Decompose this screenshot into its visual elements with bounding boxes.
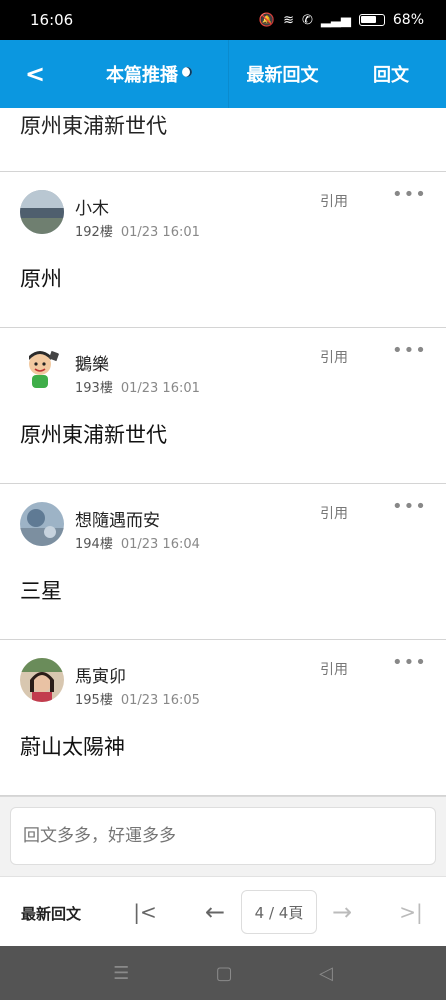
tab-latest-replies-label: 最新回文 (246, 65, 319, 86)
post-feed[interactable]: 原州東浦新世代 小木 192樓 01/23 16:01 引用 ••• 原州 鵝樂… (0, 108, 446, 796)
post-time: 01/23 16:04 (120, 537, 200, 552)
toggle-dot-icon (182, 67, 192, 77)
post-content: 原州 (20, 267, 62, 291)
chevron-left-icon: < (24, 60, 46, 88)
post-meta: 193樓 01/23 16:01 (75, 377, 200, 396)
tab-push-notify[interactable]: 本篇推播 (70, 40, 228, 108)
quote-button[interactable]: 引用 (320, 191, 348, 211)
battery-icon (358, 14, 385, 26)
last-page-icon[interactable]: >| (394, 895, 428, 929)
app-header: < 本篇推播 最新回文 回文 (0, 40, 446, 108)
latest-replies-button[interactable]: 最新回文 (21, 903, 81, 924)
page-selector[interactable]: 4 / 4頁 (241, 890, 317, 934)
pagination-bar: 最新回文 |< ← 4 / 4頁 → >| (0, 876, 446, 946)
post-meta: 192樓 01/23 16:01 (75, 221, 200, 240)
post-partial: 原州東浦新世代 (0, 108, 446, 172)
tab-push-notify-label: 本篇推播 (106, 65, 178, 86)
status-icons: 🔕 ≋ ✆ ▂▃▅ 68% (259, 12, 424, 28)
quote-button[interactable]: 引用 (320, 659, 348, 679)
wifi-icon: ≋ (283, 12, 294, 28)
username[interactable]: 小木 (75, 194, 109, 219)
post-meta: 194樓 01/23 16:04 (75, 533, 200, 552)
avatar[interactable] (20, 190, 64, 234)
username[interactable]: 想隨遇而安 (75, 506, 160, 531)
reply-bar (0, 796, 446, 876)
avatar[interactable] (20, 658, 64, 702)
post-item: 想隨遇而安 194樓 01/23 16:04 引用 ••• 三星 (0, 484, 446, 640)
post-time: 01/23 16:05 (120, 693, 200, 708)
floor-number: 193樓 (75, 381, 113, 396)
signal-icon: ▂▃▅ (320, 12, 351, 28)
more-options-icon[interactable]: ••• (392, 652, 427, 673)
arrow-left-icon[interactable]: ← (198, 895, 232, 929)
back-triangle-icon[interactable]: ◁ (319, 963, 333, 984)
back-button[interactable]: < (0, 40, 70, 108)
post-content: 三星 (20, 579, 62, 603)
first-page-icon[interactable]: |< (128, 895, 162, 929)
system-nav-bar: ☰ ▢ ◁ (0, 946, 446, 1000)
more-options-icon[interactable]: ••• (392, 184, 427, 205)
post-content: 蔚山太陽神 (20, 735, 125, 759)
post-content: 原州東浦新世代 (20, 114, 167, 138)
page-indicator: 4 / 4頁 (254, 903, 304, 922)
post-time: 01/23 16:01 (120, 225, 200, 240)
more-options-icon[interactable]: ••• (392, 496, 427, 517)
post-item: 小木 192樓 01/23 16:01 引用 ••• 原州 (0, 172, 446, 328)
quote-button[interactable]: 引用 (320, 347, 348, 367)
post-meta: 195樓 01/23 16:05 (75, 689, 200, 708)
username[interactable]: 鵝樂 (75, 350, 109, 375)
tab-reply[interactable]: 回文 (336, 40, 446, 108)
arrow-right-icon[interactable]: → (325, 895, 359, 929)
avatar[interactable] (20, 502, 64, 546)
floor-number: 194樓 (75, 537, 113, 552)
post-time: 01/23 16:01 (120, 381, 200, 396)
post-item: 馬寅卯 195樓 01/23 16:05 引用 ••• 蔚山太陽神 (0, 640, 446, 796)
tab-latest-replies[interactable]: 最新回文 (228, 40, 336, 108)
mute-icon: 🔕 (258, 12, 276, 28)
floor-number: 195樓 (75, 693, 113, 708)
menu-icon[interactable]: ☰ (113, 963, 129, 984)
tab-reply-label: 回文 (373, 65, 409, 86)
quote-button[interactable]: 引用 (320, 503, 348, 523)
home-icon[interactable]: ▢ (216, 963, 233, 984)
status-time: 16:06 (30, 11, 74, 29)
more-options-icon[interactable]: ••• (392, 340, 427, 361)
status-bar: 16:06 🔕 ≋ ✆ ▂▃▅ 68% (0, 0, 446, 40)
post-content: 原州東浦新世代 (20, 423, 167, 447)
username[interactable]: 馬寅卯 (75, 662, 126, 687)
reply-input[interactable] (10, 807, 436, 865)
battery-percent: 68% (392, 12, 424, 28)
floor-number: 192樓 (75, 225, 113, 240)
call-icon: ✆ (301, 12, 313, 28)
post-item: 鵝樂 193樓 01/23 16:01 引用 ••• 原州東浦新世代 (0, 328, 446, 484)
avatar[interactable] (20, 346, 64, 390)
